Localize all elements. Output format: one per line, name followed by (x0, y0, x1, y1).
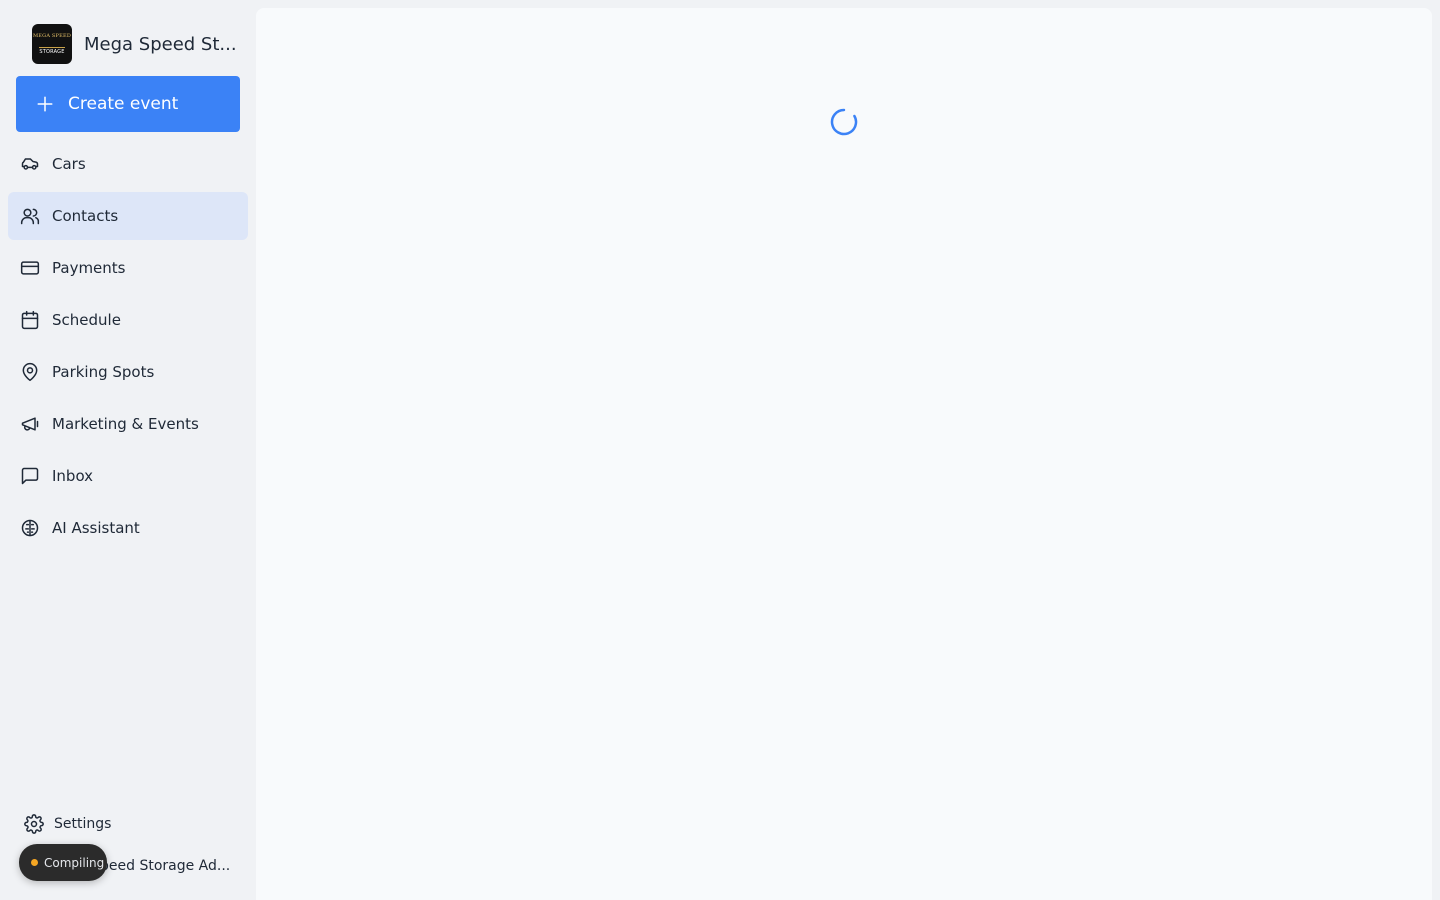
sidebar-item-label: AI Assistant (52, 519, 140, 537)
sidebar-item-parking-spots[interactable]: Parking Spots (8, 348, 248, 396)
sidebar-item-label: Contacts (52, 207, 119, 225)
sidebar-item-contacts[interactable]: Contacts (8, 192, 248, 240)
sidebar-item-payments[interactable]: Payments (8, 244, 248, 292)
megaphone-icon (21, 417, 39, 431)
plus-icon (37, 96, 53, 112)
sidebar: MEGA SPEED STORAGE Mega Speed St... Crea… (0, 0, 256, 900)
sidebar-item-label: Parking Spots (52, 363, 155, 381)
sidebar-item-ai-assistant[interactable]: AI Assistant (8, 504, 248, 552)
calendar-icon (21, 310, 39, 330)
sidebar-item-label: Schedule (52, 311, 121, 329)
brain-icon (21, 519, 39, 537)
loading-spinner-icon (830, 108, 858, 136)
car-icon (21, 158, 39, 170)
brand-logo: MEGA SPEED STORAGE (32, 24, 72, 64)
create-event-button[interactable]: Create event (16, 76, 240, 132)
message-square-icon (21, 467, 39, 485)
sidebar-item-schedule[interactable]: Schedule (8, 296, 248, 344)
main-content (256, 8, 1432, 900)
compiling-indicator[interactable]: Compiling (19, 844, 107, 881)
sidebar-item-label: Marketing & Events (52, 415, 199, 433)
logo-text-bottom: STORAGE (39, 49, 65, 55)
sidebar-item-inbox[interactable]: Inbox (8, 452, 248, 500)
sidebar-item-label: Cars (52, 155, 86, 173)
map-pin-icon (22, 362, 38, 382)
gear-icon (24, 814, 44, 834)
compiling-label: Compiling (44, 855, 105, 870)
settings-label: Settings (54, 816, 112, 832)
sidebar-item-cars[interactable]: Cars (8, 140, 248, 188)
logo-text-top: MEGA SPEED (32, 33, 72, 39)
brand[interactable]: MEGA SPEED STORAGE Mega Speed St... (32, 24, 237, 64)
sidebar-item-label: Inbox (52, 467, 94, 485)
brand-name: Mega Speed St... (84, 33, 237, 55)
status-dot (31, 859, 38, 866)
users-icon (20, 208, 40, 225)
settings-link[interactable]: Settings (24, 812, 111, 836)
logo-car-graphic (39, 40, 65, 48)
sidebar-item-marketing-events[interactable]: Marketing & Events (8, 400, 248, 448)
sidebar-item-label: Payments (52, 259, 126, 277)
credit-card-icon (20, 261, 40, 275)
create-event-label: Create event (68, 94, 179, 114)
user-name[interactable]: peed Storage Ad... (100, 858, 230, 874)
sidebar-nav: Cars Contacts Payments Schedule Parking … (8, 140, 248, 556)
